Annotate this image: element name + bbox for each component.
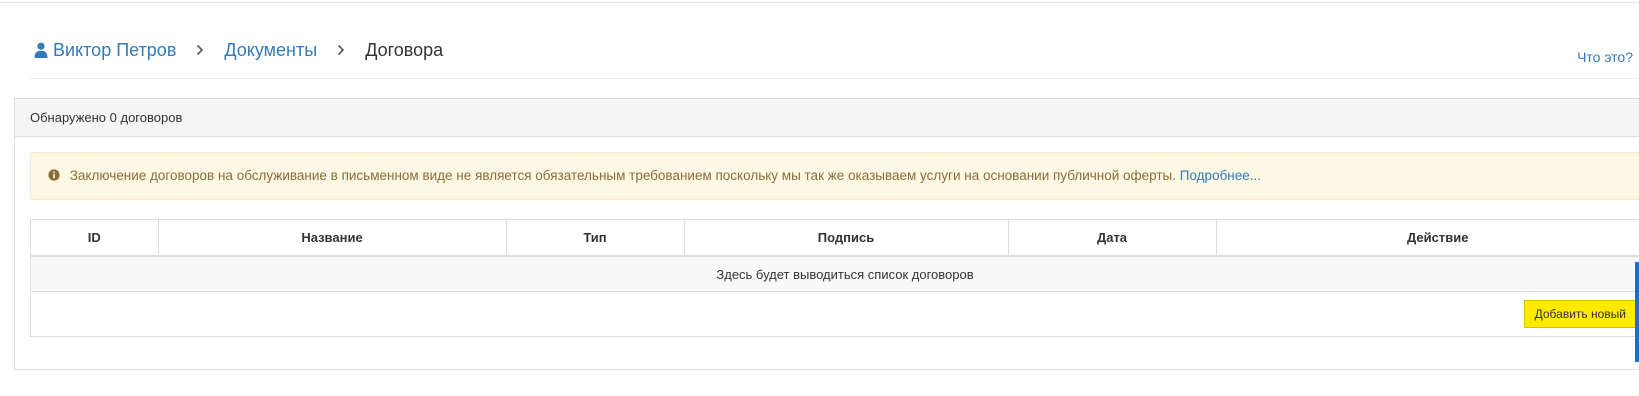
column-header-type[interactable]: Тип (506, 220, 685, 257)
breadcrumb: Виктор Петров Документы Договора (34, 39, 443, 61)
empty-table-message: Здесь будет выводиться список договоров (31, 256, 1639, 292)
info-alert: Заключение договоров на обслуживание в п… (30, 152, 1639, 200)
breadcrumb-user-link[interactable]: Виктор Петров (34, 39, 176, 61)
contracts-table: ID Название Тип Подпись Дата Действие Зд… (31, 220, 1639, 292)
breadcrumb-current: Договора (365, 40, 444, 60)
column-header-signature[interactable]: Подпись (684, 220, 1009, 257)
page-header: Виктор Петров Документы Договора Что это… (30, 30, 1639, 79)
column-header-date[interactable]: Дата (1008, 220, 1217, 257)
breadcrumb-documents-link[interactable]: Документы (224, 39, 317, 61)
column-header-name[interactable]: Название (158, 220, 507, 257)
info-circle-icon (48, 169, 60, 181)
contracts-panel: Обнаружено 0 договоров Заключение догово… (14, 98, 1639, 370)
contracts-table-container: ID Название Тип Подпись Дата Действие Зд… (30, 219, 1639, 337)
chevron-right-icon (196, 44, 204, 56)
help-link[interactable]: Что это? (1577, 49, 1633, 65)
add-new-button[interactable]: Добавить новый (1523, 300, 1637, 328)
alert-text: Заключение договоров на обслуживание в п… (69, 168, 1180, 183)
top-divider (0, 2, 1639, 3)
user-icon (34, 42, 48, 58)
chevron-right-icon (337, 44, 345, 56)
scrollbar-thumb[interactable] (1635, 262, 1639, 362)
table-row: Здесь будет выводиться список договоров (31, 256, 1639, 292)
table-header-row: ID Название Тип Подпись Дата Действие (31, 220, 1639, 257)
column-header-id[interactable]: ID (31, 220, 159, 257)
column-header-action[interactable]: Действие (1216, 220, 1639, 257)
panel-heading: Обнаружено 0 договоров (15, 99, 1639, 137)
alert-more-link[interactable]: Подробнее... (1180, 168, 1261, 183)
breadcrumb-user-label: Виктор Петров (53, 40, 177, 60)
